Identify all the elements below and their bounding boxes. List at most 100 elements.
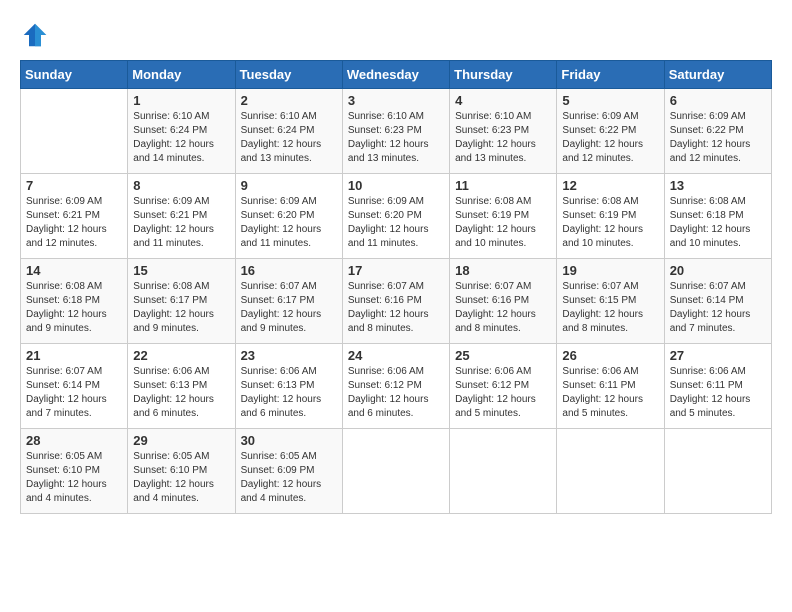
- day-info: Sunrise: 6:07 AM Sunset: 6:14 PM Dayligh…: [26, 365, 122, 421]
- day-info: Sunrise: 6:09 AM Sunset: 6:22 PM Dayligh…: [562, 110, 658, 166]
- calendar-cell: 15 Sunrise: 6:08 AM Sunset: 6:17 PM Dayl…: [128, 259, 235, 344]
- day-info: Sunrise: 6:10 AM Sunset: 6:24 PM Dayligh…: [241, 110, 337, 166]
- day-info: Sunrise: 6:09 AM Sunset: 6:22 PM Dayligh…: [670, 110, 766, 166]
- day-number: 25: [455, 348, 551, 363]
- day-info: Sunrise: 6:05 AM Sunset: 6:09 PM Dayligh…: [241, 450, 337, 506]
- day-info: Sunrise: 6:10 AM Sunset: 6:23 PM Dayligh…: [348, 110, 444, 166]
- day-info: Sunrise: 6:09 AM Sunset: 6:21 PM Dayligh…: [133, 195, 229, 251]
- calendar-cell: 19 Sunrise: 6:07 AM Sunset: 6:15 PM Dayl…: [557, 259, 664, 344]
- calendar-cell: 8 Sunrise: 6:09 AM Sunset: 6:21 PM Dayli…: [128, 174, 235, 259]
- calendar-cell: 30 Sunrise: 6:05 AM Sunset: 6:09 PM Dayl…: [235, 429, 342, 514]
- weekday-header: Sunday: [21, 61, 128, 89]
- calendar-cell: 29 Sunrise: 6:05 AM Sunset: 6:10 PM Dayl…: [128, 429, 235, 514]
- calendar-cell: [21, 89, 128, 174]
- calendar-cell: [557, 429, 664, 514]
- calendar-week-row: 1 Sunrise: 6:10 AM Sunset: 6:24 PM Dayli…: [21, 89, 772, 174]
- weekday-header: Wednesday: [342, 61, 449, 89]
- calendar-cell: 25 Sunrise: 6:06 AM Sunset: 6:12 PM Dayl…: [450, 344, 557, 429]
- day-number: 21: [26, 348, 122, 363]
- day-number: 23: [241, 348, 337, 363]
- day-number: 29: [133, 433, 229, 448]
- calendar-cell: 3 Sunrise: 6:10 AM Sunset: 6:23 PM Dayli…: [342, 89, 449, 174]
- day-info: Sunrise: 6:07 AM Sunset: 6:17 PM Dayligh…: [241, 280, 337, 336]
- day-info: Sunrise: 6:10 AM Sunset: 6:24 PM Dayligh…: [133, 110, 229, 166]
- logo: [20, 20, 54, 50]
- day-info: Sunrise: 6:08 AM Sunset: 6:19 PM Dayligh…: [562, 195, 658, 251]
- day-number: 1: [133, 93, 229, 108]
- calendar-cell: 12 Sunrise: 6:08 AM Sunset: 6:19 PM Dayl…: [557, 174, 664, 259]
- day-number: 4: [455, 93, 551, 108]
- calendar-cell: 16 Sunrise: 6:07 AM Sunset: 6:17 PM Dayl…: [235, 259, 342, 344]
- day-info: Sunrise: 6:06 AM Sunset: 6:13 PM Dayligh…: [133, 365, 229, 421]
- weekday-header: Friday: [557, 61, 664, 89]
- day-info: Sunrise: 6:06 AM Sunset: 6:11 PM Dayligh…: [562, 365, 658, 421]
- calendar-cell: 17 Sunrise: 6:07 AM Sunset: 6:16 PM Dayl…: [342, 259, 449, 344]
- day-number: 16: [241, 263, 337, 278]
- day-info: Sunrise: 6:08 AM Sunset: 6:19 PM Dayligh…: [455, 195, 551, 251]
- day-number: 20: [670, 263, 766, 278]
- calendar-header: SundayMondayTuesdayWednesdayThursdayFrid…: [21, 61, 772, 89]
- day-number: 28: [26, 433, 122, 448]
- day-number: 3: [348, 93, 444, 108]
- calendar-cell: 14 Sunrise: 6:08 AM Sunset: 6:18 PM Dayl…: [21, 259, 128, 344]
- weekday-row: SundayMondayTuesdayWednesdayThursdayFrid…: [21, 61, 772, 89]
- day-number: 7: [26, 178, 122, 193]
- calendar-table: SundayMondayTuesdayWednesdayThursdayFrid…: [20, 60, 772, 514]
- calendar-cell: 23 Sunrise: 6:06 AM Sunset: 6:13 PM Dayl…: [235, 344, 342, 429]
- calendar-cell: 11 Sunrise: 6:08 AM Sunset: 6:19 PM Dayl…: [450, 174, 557, 259]
- day-number: 6: [670, 93, 766, 108]
- calendar-week-row: 14 Sunrise: 6:08 AM Sunset: 6:18 PM Dayl…: [21, 259, 772, 344]
- calendar-cell: 24 Sunrise: 6:06 AM Sunset: 6:12 PM Dayl…: [342, 344, 449, 429]
- day-info: Sunrise: 6:08 AM Sunset: 6:18 PM Dayligh…: [26, 280, 122, 336]
- day-info: Sunrise: 6:06 AM Sunset: 6:13 PM Dayligh…: [241, 365, 337, 421]
- weekday-header: Monday: [128, 61, 235, 89]
- day-info: Sunrise: 6:07 AM Sunset: 6:16 PM Dayligh…: [455, 280, 551, 336]
- day-number: 12: [562, 178, 658, 193]
- day-number: 8: [133, 178, 229, 193]
- day-number: 17: [348, 263, 444, 278]
- day-info: Sunrise: 6:08 AM Sunset: 6:18 PM Dayligh…: [670, 195, 766, 251]
- calendar-cell: 21 Sunrise: 6:07 AM Sunset: 6:14 PM Dayl…: [21, 344, 128, 429]
- day-info: Sunrise: 6:05 AM Sunset: 6:10 PM Dayligh…: [133, 450, 229, 506]
- day-number: 15: [133, 263, 229, 278]
- day-number: 13: [670, 178, 766, 193]
- day-number: 24: [348, 348, 444, 363]
- day-number: 30: [241, 433, 337, 448]
- day-number: 2: [241, 93, 337, 108]
- day-number: 9: [241, 178, 337, 193]
- calendar-cell: 1 Sunrise: 6:10 AM Sunset: 6:24 PM Dayli…: [128, 89, 235, 174]
- calendar-body: 1 Sunrise: 6:10 AM Sunset: 6:24 PM Dayli…: [21, 89, 772, 514]
- day-info: Sunrise: 6:06 AM Sunset: 6:12 PM Dayligh…: [455, 365, 551, 421]
- calendar-week-row: 7 Sunrise: 6:09 AM Sunset: 6:21 PM Dayli…: [21, 174, 772, 259]
- calendar-cell: 13 Sunrise: 6:08 AM Sunset: 6:18 PM Dayl…: [664, 174, 771, 259]
- logo-icon: [20, 20, 50, 50]
- calendar-cell: 10 Sunrise: 6:09 AM Sunset: 6:20 PM Dayl…: [342, 174, 449, 259]
- day-info: Sunrise: 6:10 AM Sunset: 6:23 PM Dayligh…: [455, 110, 551, 166]
- day-number: 22: [133, 348, 229, 363]
- day-number: 27: [670, 348, 766, 363]
- calendar-cell: 26 Sunrise: 6:06 AM Sunset: 6:11 PM Dayl…: [557, 344, 664, 429]
- calendar-cell: 5 Sunrise: 6:09 AM Sunset: 6:22 PM Dayli…: [557, 89, 664, 174]
- day-info: Sunrise: 6:07 AM Sunset: 6:15 PM Dayligh…: [562, 280, 658, 336]
- calendar-cell: 22 Sunrise: 6:06 AM Sunset: 6:13 PM Dayl…: [128, 344, 235, 429]
- calendar-cell: 18 Sunrise: 6:07 AM Sunset: 6:16 PM Dayl…: [450, 259, 557, 344]
- calendar-cell: [450, 429, 557, 514]
- calendar-cell: 2 Sunrise: 6:10 AM Sunset: 6:24 PM Dayli…: [235, 89, 342, 174]
- day-number: 5: [562, 93, 658, 108]
- day-number: 19: [562, 263, 658, 278]
- calendar-cell: [342, 429, 449, 514]
- day-info: Sunrise: 6:06 AM Sunset: 6:12 PM Dayligh…: [348, 365, 444, 421]
- day-info: Sunrise: 6:05 AM Sunset: 6:10 PM Dayligh…: [26, 450, 122, 506]
- calendar-cell: 6 Sunrise: 6:09 AM Sunset: 6:22 PM Dayli…: [664, 89, 771, 174]
- calendar-cell: 27 Sunrise: 6:06 AM Sunset: 6:11 PM Dayl…: [664, 344, 771, 429]
- day-info: Sunrise: 6:09 AM Sunset: 6:20 PM Dayligh…: [241, 195, 337, 251]
- calendar-cell: 28 Sunrise: 6:05 AM Sunset: 6:10 PM Dayl…: [21, 429, 128, 514]
- day-info: Sunrise: 6:06 AM Sunset: 6:11 PM Dayligh…: [670, 365, 766, 421]
- day-number: 11: [455, 178, 551, 193]
- day-info: Sunrise: 6:09 AM Sunset: 6:20 PM Dayligh…: [348, 195, 444, 251]
- day-number: 26: [562, 348, 658, 363]
- calendar-cell: 7 Sunrise: 6:09 AM Sunset: 6:21 PM Dayli…: [21, 174, 128, 259]
- calendar-cell: 9 Sunrise: 6:09 AM Sunset: 6:20 PM Dayli…: [235, 174, 342, 259]
- day-info: Sunrise: 6:09 AM Sunset: 6:21 PM Dayligh…: [26, 195, 122, 251]
- day-info: Sunrise: 6:07 AM Sunset: 6:14 PM Dayligh…: [670, 280, 766, 336]
